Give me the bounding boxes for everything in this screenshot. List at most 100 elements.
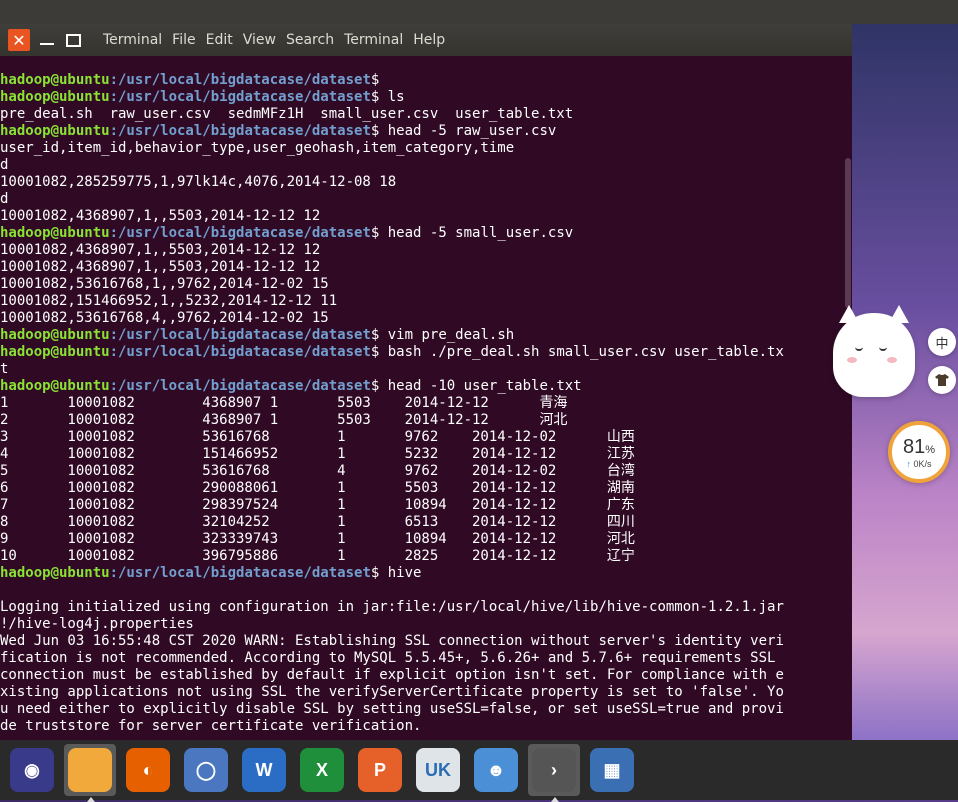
software-center-icon: UK — [416, 748, 460, 792]
command-text: ls — [379, 89, 405, 105]
terminal-output[interactable]: hadoop@ubuntu:/usr/local/bigdatacase/dat… — [0, 72, 840, 736]
menu-bar: Terminal File Edit View Search Terminal … — [103, 32, 455, 48]
output-line: 4 10001082 151466952 1 5232 2014-12-12 江… — [0, 446, 635, 462]
dock-item-firefox[interactable]: ◐ — [122, 744, 174, 796]
output-line: pre_deal.sh raw_user.csv sedmMFz1H small… — [0, 106, 574, 122]
output-line: fication is not recommended. According t… — [0, 650, 776, 666]
performance-gauge[interactable]: 81% ↑ 0K/s — [888, 421, 950, 483]
command-text: head -10 user_table.txt — [379, 378, 582, 394]
launcher-dock: ◉ ◐ ◯ W X P UK ☻ › ▦ — [0, 740, 958, 802]
prompt-path: :/usr/local/bigdatacase/dataset — [109, 378, 371, 394]
menu-help[interactable]: Help — [413, 32, 445, 48]
output-line: d — [0, 157, 9, 173]
prompt-user: hadoop@ubuntu — [0, 123, 110, 139]
menu-file[interactable]: File — [172, 32, 195, 48]
network-speed: ↑ 0K/s — [906, 458, 932, 469]
prompt-line: hadoop@ubuntu:/usr/local/bigdatacase/dat… — [0, 72, 840, 89]
upload-arrow-icon: ↑ — [906, 458, 911, 469]
output-line: 10001082,4368907,1,,5503,2014-12-12 12 — [0, 208, 321, 224]
close-icon: ✕ — [12, 30, 26, 50]
output-line: 7 10001082 298397524 1 10894 2014-12-12 … — [0, 497, 635, 513]
output-line: 9 10001082 323339743 1 10894 2014-12-12 … — [0, 531, 635, 547]
dock-item-software-center[interactable]: UK — [412, 744, 464, 796]
output-line: connection must be established by defaul… — [0, 667, 784, 683]
robot-app-icon: ☻ — [474, 748, 518, 792]
output-line: 2 10001082 4368907 1 5503 2014-12-12 河北 — [0, 412, 568, 428]
command-text: hive — [379, 565, 422, 581]
menu-terminal[interactable]: Terminal — [344, 32, 403, 48]
pet-mascot-icon[interactable] — [833, 305, 915, 397]
workspace-switcher-icon: ▦ — [590, 748, 634, 792]
output-line: 1 10001082 4368907 1 5503 2014-12-12 青海 — [0, 395, 568, 411]
title-bar[interactable]: ✕ Terminal File Edit View Search Termina… — [0, 24, 852, 56]
prompt-line: hadoop@ubuntu:/usr/local/bigdatacase/dat… — [0, 344, 840, 361]
menu-app-terminal[interactable]: Terminal — [103, 32, 162, 48]
dock-item-workspace-switcher[interactable]: ▦ — [586, 744, 638, 796]
output-line: 10001082,53616768,4,,9762,2014-12-02 15 — [0, 310, 329, 326]
dock-item-files[interactable] — [64, 744, 116, 802]
output-line: 8 10001082 32104252 1 6513 2014-12-12 四川 — [0, 514, 635, 530]
close-button[interactable]: ✕ — [8, 29, 30, 51]
dock-item-ubuntu[interactable]: ◉ — [6, 744, 58, 796]
firefox-icon: ◐ — [126, 748, 170, 792]
output-line: 10001082,4368907,1,,5503,2014-12-12 12 — [0, 242, 321, 258]
output-line: de truststore for server certificate ver… — [0, 718, 422, 734]
output-line: 5 10001082 53616768 4 9762 2014-12-02 台湾 — [0, 463, 635, 479]
minimize-button[interactable] — [40, 33, 54, 47]
gauge-percent: 81% — [902, 435, 936, 458]
output-line: !/hive-log4j.properties — [0, 616, 194, 632]
prompt-path: :/usr/local/bigdatacase/dataset — [109, 225, 371, 241]
output-line: 10 10001082 396795886 1 2825 2014-12-12 … — [0, 548, 635, 564]
output-line: u need either to explicitly disable SSL … — [0, 701, 784, 717]
output-line: user_id,item_id,behavior_type,user_geoha… — [0, 140, 515, 156]
output-line: 10001082,151466952,1,,5232,2014-12-12 11 — [0, 293, 338, 309]
prompt-user: hadoop@ubuntu — [0, 344, 110, 360]
output-line: d — [0, 191, 9, 207]
prompt-path: :/usr/local/bigdatacase/dataset — [109, 565, 371, 581]
dock-item-impress[interactable]: P — [354, 744, 406, 796]
prompt-user: hadoop@ubuntu — [0, 89, 110, 105]
prompt-line: hadoop@ubuntu:/usr/local/bigdatacase/dat… — [0, 123, 840, 140]
output-line: 10001082,285259775,1,97lk14c,4076,2014-1… — [0, 174, 397, 190]
output-line: 3 10001082 53616768 1 9762 2014-12-02 山西 — [0, 429, 635, 445]
scrollbar-thumb[interactable] — [845, 158, 851, 308]
command-text: head -5 small_user.csv — [379, 225, 574, 241]
prompt-user: hadoop@ubuntu — [0, 565, 110, 581]
chromium-icon: ◯ — [184, 748, 228, 792]
dock-item-calc[interactable]: X — [296, 744, 348, 796]
output-line: 10001082,53616768,1,,9762,2014-12-02 15 — [0, 276, 329, 292]
prompt-user: hadoop@ubuntu — [0, 327, 110, 343]
dock-item-writer[interactable]: W — [238, 744, 290, 796]
menu-edit[interactable]: Edit — [206, 32, 233, 48]
prompt-path: :/usr/local/bigdatacase/dataset — [109, 123, 371, 139]
output-line: 10001082,4368907,1,,5503,2014-12-12 12 — [0, 259, 321, 275]
ubuntu-icon: ◉ — [10, 748, 54, 792]
command-text: head -5 raw_user.csv — [379, 123, 557, 139]
command-text: vim pre_deal.sh — [379, 327, 515, 343]
menu-search[interactable]: Search — [286, 32, 334, 48]
prompt-user: hadoop@ubuntu — [0, 225, 110, 241]
prompt-line: hadoop@ubuntu:/usr/local/bigdatacase/dat… — [0, 327, 840, 344]
ime-button[interactable]: 中 — [928, 328, 956, 356]
prompt-symbol: $ — [370, 72, 380, 88]
menu-view[interactable]: View — [243, 32, 276, 48]
prompt-user: hadoop@ubuntu — [0, 378, 110, 394]
skin-button[interactable] — [928, 366, 956, 394]
prompt-path: :/usr/local/bigdatacase/dataset — [109, 72, 371, 88]
output-line: Logging initialized using configuration … — [0, 599, 784, 615]
terminal-icon: › — [532, 748, 576, 792]
ime-label: 中 — [935, 336, 949, 352]
maximize-button[interactable] — [66, 33, 81, 47]
terminal-window[interactable]: ✕ Terminal File Edit View Search Termina… — [0, 24, 852, 740]
prompt-path: :/usr/local/bigdatacase/dataset — [109, 327, 371, 343]
files-icon — [68, 748, 112, 792]
prompt-line: hadoop@ubuntu:/usr/local/bigdatacase/dat… — [0, 378, 840, 395]
dock-item-chromium[interactable]: ◯ — [180, 744, 232, 796]
output-line: Wed Jun 03 16:55:48 CST 2020 WARN: Estab… — [0, 633, 784, 649]
dock-item-robot-app[interactable]: ☻ — [470, 744, 522, 796]
prompt-path: :/usr/local/bigdatacase/dataset — [109, 89, 371, 105]
prompt-line: hadoop@ubuntu:/usr/local/bigdatacase/dat… — [0, 225, 840, 242]
dock-item-terminal[interactable]: › — [528, 744, 580, 802]
output-line: xisting applications not using SSL the v… — [0, 684, 784, 700]
writer-icon: W — [242, 748, 286, 792]
